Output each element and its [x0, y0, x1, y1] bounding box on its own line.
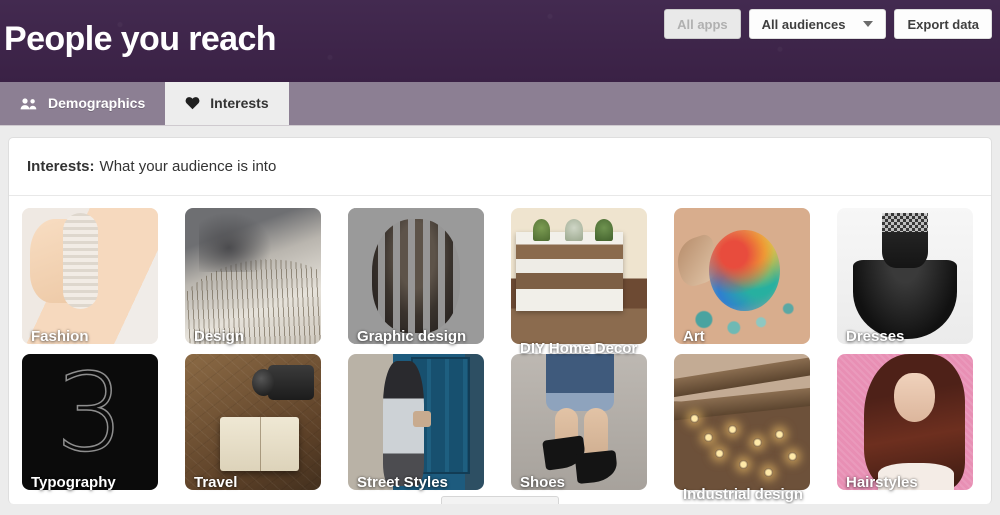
page-title: People you reach	[4, 20, 277, 58]
all-apps-label: All apps	[677, 16, 728, 32]
interest-tile[interactable]: Street Styles	[348, 354, 484, 491]
typography-image: 3	[22, 354, 158, 490]
all-apps-button[interactable]: All apps	[664, 9, 741, 39]
travel-image	[185, 354, 321, 490]
design-image	[185, 208, 321, 344]
heart-icon	[185, 96, 200, 110]
chevron-down-icon	[863, 21, 874, 27]
interest-tile[interactable]: Design	[185, 208, 321, 345]
shoes-image	[511, 354, 647, 490]
tab-interests[interactable]: Interests	[165, 81, 289, 125]
interests-grid: Fashion Design Graphic design DIY Home D…	[9, 196, 991, 503]
interest-tile[interactable]: Art	[674, 208, 810, 345]
interest-thumbnail	[511, 208, 647, 344]
tab-bar: Demographics Interests	[0, 81, 1000, 126]
interest-thumbnail	[837, 354, 973, 490]
interest-tile[interactable]: Fashion	[22, 208, 158, 345]
interest-tile[interactable]: Industrial design	[674, 354, 810, 503]
interest-thumbnail	[348, 208, 484, 344]
diy-home-decor-image	[511, 208, 647, 344]
dresses-image	[837, 208, 973, 344]
interest-thumbnail: 3	[22, 354, 158, 490]
interest-thumbnail	[185, 208, 321, 344]
industrial-design-image	[674, 354, 810, 490]
street-styles-image	[348, 354, 484, 490]
header-actions: All apps All audiences Export data	[664, 9, 992, 39]
tab-demographics[interactable]: Demographics	[0, 81, 165, 125]
show-more-button[interactable]	[441, 496, 559, 504]
interests-panel: Interests: What your audience is into Fa…	[8, 137, 992, 504]
interest-thumbnail	[511, 354, 647, 490]
tab-demographics-label: Demographics	[48, 95, 146, 111]
interest-tile[interactable]: Graphic design	[348, 208, 484, 345]
art-image	[674, 208, 810, 344]
page-header: People you reach All apps All audiences …	[0, 0, 1000, 82]
panel-heading: Interests: What your audience is into	[9, 138, 991, 196]
interest-thumbnail	[674, 208, 810, 344]
all-audiences-select[interactable]: All audiences	[748, 9, 887, 39]
tab-interests-label: Interests	[210, 95, 269, 111]
panel-heading-label: Interests:	[27, 158, 95, 175]
interest-tile[interactable]: DIY Home Decor	[511, 208, 647, 357]
interest-tile[interactable]: 3 Typography	[22, 354, 158, 491]
all-audiences-label: All audiences	[761, 16, 846, 32]
panel-heading-subtitle: What your audience is into	[99, 158, 277, 175]
people-group-icon	[20, 97, 38, 110]
interest-tile[interactable]: Travel	[185, 354, 321, 491]
interest-tile[interactable]: Hairstyles	[837, 354, 973, 491]
typography-glyph: 3	[55, 354, 125, 476]
interest-thumbnail	[674, 354, 810, 490]
interest-thumbnail	[22, 208, 158, 344]
interest-thumbnail	[348, 354, 484, 490]
interest-tile[interactable]: Shoes	[511, 354, 647, 491]
hairstyles-image	[837, 354, 973, 490]
interest-tile[interactable]: Dresses	[837, 208, 973, 345]
export-data-label: Export data	[907, 16, 979, 32]
interest-thumbnail	[837, 208, 973, 344]
graphic-design-image	[348, 208, 484, 344]
export-data-button[interactable]: Export data	[894, 9, 992, 39]
interest-thumbnail	[185, 354, 321, 490]
fashion-image	[22, 208, 158, 344]
